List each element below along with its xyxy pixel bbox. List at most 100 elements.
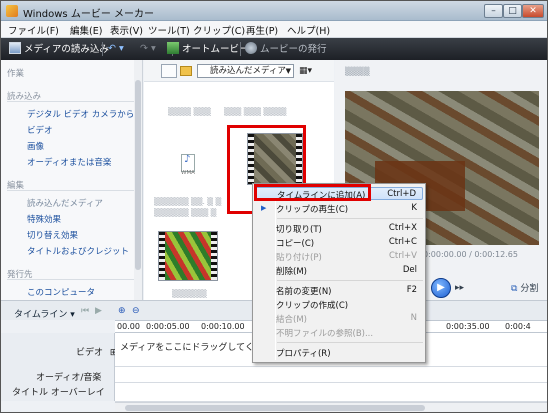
preview-time: 0:00:00.00 / 0:00:12.65 [423, 250, 518, 259]
link-import-video[interactable]: ビデオ [27, 124, 53, 136]
window-title: Windows ムービー メーカー [23, 9, 154, 20]
menu-create-clips[interactable]: クリップの作成(C) [255, 298, 423, 311]
menu-clip[interactable]: クリップ(C) [193, 23, 245, 37]
timeline-dropdown[interactable]: タイムライン ▾ [14, 307, 75, 320]
collection-select[interactable]: 読み込んだメディア ▼ [197, 64, 294, 78]
tasks-toggle-button[interactable] [161, 64, 177, 78]
menu-file[interactable]: ファイル(F) [8, 23, 59, 37]
timeline-scrollbar[interactable] [115, 402, 547, 412]
menu-separator [277, 280, 423, 281]
publish-movie-label: ムービーの発行 [260, 44, 327, 55]
play-icon: ▶ [437, 282, 445, 293]
menu-paste[interactable]: 貼り付け(P) Ctrl+V [255, 250, 423, 263]
next-frame-button[interactable]: ▸▸ [455, 283, 464, 293]
clip-caption-blurred: ▒▒▒▒ ▒▒▒ [168, 107, 211, 116]
menu-item-label: 不明ファイルの参照(B)... [276, 329, 374, 339]
chevron-down-icon: ▼ [285, 67, 291, 75]
zoom-out-icon[interactable]: ⊖ [132, 306, 140, 316]
minimize-button[interactable]: – [484, 4, 503, 18]
menu-rename[interactable]: 名前の変更(N) F2 [255, 284, 423, 297]
scroll-thumb[interactable] [125, 405, 425, 411]
preview-title-blurred: ▒▒▒▒ [345, 67, 370, 76]
menu-properties[interactable]: プロパティ(R) [255, 346, 423, 359]
scroll-thumb[interactable] [135, 80, 141, 270]
link-import-audio[interactable]: オーディオまたは音楽 [27, 156, 111, 168]
menu-view[interactable]: 表示(V) [110, 23, 143, 37]
menu-cut[interactable]: 切り取り(T) Ctrl+X [255, 222, 423, 235]
menu-browse-missing[interactable]: 不明ファイルの参照(B)... [255, 326, 423, 339]
link-imported-media[interactable]: 読み込んだメディア [27, 197, 103, 209]
menu-bar: ファイル(F) 編集(E) 表示(V) ツール(T) クリップ(C) 再生(P)… [1, 21, 547, 38]
task-pane-scrollbar[interactable] [134, 60, 142, 300]
split-button[interactable]: ⧉ 分割 [511, 281, 538, 294]
audio-track-label: オーディオ/音楽 [36, 373, 102, 383]
toolbar-separator [240, 42, 241, 56]
link-from-dv-camera[interactable]: デジタル ビデオ カメラから [27, 108, 134, 120]
ruler-mark: 0:00:35.00 [446, 322, 490, 331]
menu-item-highlight-box [254, 184, 371, 201]
clip-caption-blurred: ▒▒▒▒▒▒ ▒▒. ▒ ▒ [154, 197, 222, 206]
menu-item-shortcut: F2 [406, 285, 417, 295]
menu-play[interactable]: 再生(P) [246, 23, 278, 37]
menu-item-label: 貼り付け(P) [276, 253, 322, 263]
view-options-button[interactable]: ▦▾ [299, 64, 323, 78]
chevron-down-icon: ▾ [70, 310, 75, 320]
automovie-icon [167, 42, 179, 54]
audio-track[interactable] [115, 367, 547, 383]
link-this-computer[interactable]: このコンピュータ [27, 286, 95, 298]
app-window: Windows ムービー メーカー – □ ✕ ファイル(F) 編集(E) 表示… [0, 0, 548, 413]
video-track-label: ビデオ ⊞ [76, 345, 117, 358]
menu-combine[interactable]: 結合(M) N [255, 312, 423, 325]
divider [7, 101, 135, 102]
menu-item-label: 切り取り(T) [276, 225, 322, 235]
rewind-icon[interactable]: ⏮ [81, 306, 89, 316]
folder-icon [180, 66, 192, 76]
play-button[interactable]: ▶ [431, 278, 451, 298]
menu-item-shortcut: N [410, 313, 417, 323]
menu-item-label: 名前の変更(N) [276, 287, 332, 297]
menu-edit[interactable]: 編集(E) [70, 23, 102, 37]
import-media-label: メディアの読み込み [24, 44, 109, 55]
clip-caption-blurred: ▒▒▒ ▒▒▒ ▒▒▒▒ [224, 107, 287, 116]
ruler-mark: 0:00:4 [505, 322, 531, 331]
context-menu: タイムラインに追加(A) Ctrl+D ▶ クリップの再生(C) K 切り取り(… [252, 183, 426, 363]
menu-copy[interactable]: コピー(C) Ctrl+C [255, 236, 423, 249]
menu-item-label: 削除(M) [276, 267, 307, 277]
link-titles-credits[interactable]: タイトルおよびクレジット [27, 245, 129, 257]
undo-icon: ↶ ▾ [108, 43, 124, 54]
menu-delete[interactable]: 削除(M) Del [255, 264, 423, 277]
ruler-mark: 0:00:05.00 [146, 322, 190, 331]
menu-tools[interactable]: ツール(T) [148, 23, 190, 37]
zoom-in-icon[interactable]: ⊕ [118, 306, 126, 316]
clip-caption-blurred: ▒▒▒▒▒▒ ▒▒▒ ▒ [154, 208, 217, 217]
maximize-button[interactable]: □ [503, 4, 522, 18]
close-button[interactable]: ✕ [522, 4, 544, 18]
link-import-pictures[interactable]: 画像 [27, 140, 44, 152]
app-icon [6, 5, 18, 17]
automovie-button[interactable]: オートムービー [167, 42, 249, 56]
link-transitions[interactable]: 切り替え効果 [27, 229, 78, 241]
link-effects[interactable]: 特殊効果 [27, 213, 61, 225]
publish-movie-button[interactable]: ムービーの発行 [245, 42, 327, 56]
video-track-name: ビデオ [76, 348, 104, 358]
menu-play-clip[interactable]: ▶ クリップの再生(C) K [255, 202, 423, 215]
title-overlay-track[interactable] [115, 383, 547, 402]
undo-button[interactable]: ↶ ▾ [108, 42, 124, 56]
menu-item-shortcut: Ctrl+X [388, 223, 417, 233]
menu-help[interactable]: ヘルプ(H) [287, 23, 330, 37]
next-icon: ▸▸ [455, 283, 465, 293]
ruler-mark: 00.00 [117, 322, 140, 331]
menu-item-label: クリップの再生(C) [276, 205, 349, 215]
split-icon: ⧉ [511, 284, 518, 294]
task-pane: 作業 読み込み デジタル ビデオ カメラから ビデオ 画像 オーディオまたは音楽… [1, 60, 143, 300]
tasks-header: 作業 [7, 69, 25, 79]
redo-button[interactable]: ↷ ▾ [140, 42, 156, 56]
menu-item-label: プロパティ(R) [276, 349, 331, 359]
video-clip-thumbnail[interactable] [158, 231, 218, 281]
clip-caption-blurred: ▒▒▒▒▒▒ [172, 289, 207, 298]
play-timeline-icon[interactable]: ▶ [95, 306, 102, 316]
import-media-button[interactable]: メディアの読み込み [9, 42, 109, 56]
folder-button[interactable] [180, 64, 196, 78]
timeline-label: タイムライン [14, 310, 68, 320]
menu-item-shortcut: Del [402, 265, 417, 275]
